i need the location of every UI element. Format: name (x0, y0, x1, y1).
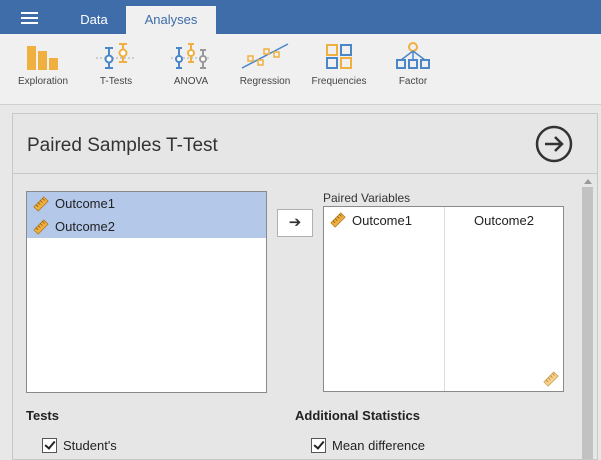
tab-data[interactable]: Data (62, 6, 126, 34)
checkbox-checked-icon[interactable] (42, 438, 57, 453)
panel-divider (13, 173, 597, 174)
students-t-checkbox[interactable]: Student's (42, 438, 117, 453)
ruler-icon (330, 212, 346, 228)
panel-title: Paired Samples T-Test (27, 135, 218, 156)
tab-analyses[interactable]: Analyses (126, 6, 216, 34)
run-analysis-button[interactable] (535, 125, 573, 163)
ribbon-anova-button[interactable]: ANOVA (156, 42, 226, 87)
panel-scrollbar[interactable] (580, 177, 595, 459)
arrow-right-icon: ➔ (288, 214, 302, 231)
ribbon-frequencies-label: Frequencies (311, 76, 367, 87)
ribbon-regression-button[interactable]: Regression (230, 42, 300, 87)
checkbox-checked-icon[interactable] (311, 438, 326, 453)
pair-column-divider (444, 207, 445, 391)
pair-left-item[interactable]: Outcome1 (330, 212, 412, 228)
mean-difference-checkbox[interactable]: Mean difference (311, 438, 425, 453)
variable-name: Outcome1 (55, 196, 115, 211)
move-to-paired-button[interactable]: ➔ (277, 209, 313, 237)
arrow-right-circle-icon (535, 125, 573, 163)
ruler-icon (543, 371, 559, 387)
ruler-icon (33, 218, 49, 235)
additional-statistics-heading: Additional Statistics (295, 408, 420, 423)
ribbon-frequencies-button[interactable]: Frequencies (304, 42, 374, 87)
t-tests-icon (96, 43, 136, 69)
tests-heading: Tests (26, 408, 59, 423)
ribbon-exploration-label: Exploration (17, 76, 69, 87)
ribbon-factor-label: Factor (398, 76, 428, 87)
ribbon-regression-label: Regression (239, 76, 291, 87)
paired-variables-label: Paired Variables (323, 191, 411, 205)
frequencies-icon (326, 44, 352, 69)
list-item[interactable]: Outcome1 (27, 192, 266, 215)
available-variables-list[interactable]: Outcome1 Outcome2 (26, 191, 267, 393)
scroll-up-arrow-icon[interactable] (584, 179, 592, 184)
analysis-options-panel: Paired Samples T-Test Outcome1 Outcome2 … (12, 113, 598, 460)
menu-icon[interactable] (21, 12, 38, 24)
ribbon-t-tests-label: T-Tests (99, 76, 133, 87)
ruler-icon (33, 195, 49, 212)
top-bar: Data Analyses (0, 0, 601, 34)
paired-variables-list[interactable]: Outcome1 Outcome2 (323, 206, 564, 392)
ribbon-anova-label: ANOVA (173, 76, 209, 87)
scrollbar-thumb[interactable] (582, 187, 593, 459)
factor-icon (396, 42, 430, 69)
analysis-ribbon: Exploration T-Tests ANOVA Regression Fre… (0, 34, 601, 105)
list-item[interactable]: Outcome2 (27, 215, 266, 238)
variable-name: Outcome2 (55, 219, 115, 234)
students-t-label: Student's (63, 438, 117, 453)
pair-left-name: Outcome1 (352, 212, 412, 228)
anova-icon (171, 43, 211, 69)
exploration-icon (27, 46, 58, 70)
ribbon-exploration-button[interactable]: Exploration (8, 42, 78, 87)
ribbon-factor-button[interactable]: Factor (378, 42, 448, 87)
regression-icon (241, 43, 289, 69)
pair-right-item[interactable]: Outcome2 (445, 212, 563, 229)
ribbon-t-tests-button[interactable]: T-Tests (81, 42, 151, 87)
mean-difference-label: Mean difference (332, 438, 425, 453)
